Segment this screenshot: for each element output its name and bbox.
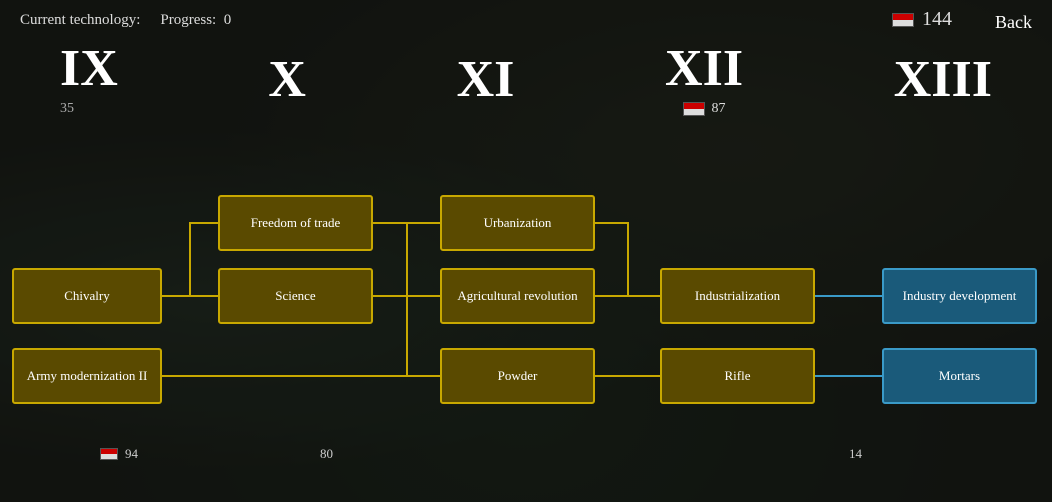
progress-label: Progress: 0 <box>160 12 231 29</box>
current-tech-text: Current technology: <box>20 12 140 28</box>
numeral-x-label: X <box>268 54 306 106</box>
progress-text: Progress: <box>160 12 216 28</box>
tech-node-mortars[interactable]: Mortars <box>882 348 1037 404</box>
top-flag-group: 144 <box>892 8 952 31</box>
tech-node-powder[interactable]: Powder <box>440 348 595 404</box>
bottom-flag-num-2: 80 <box>320 446 333 462</box>
numeral-xi-label: XI <box>457 54 515 106</box>
tech-node-rifle[interactable]: Rifle <box>660 348 815 404</box>
progress-value: 0 <box>224 12 232 28</box>
bottom-flag-num-1: 94 <box>125 446 138 462</box>
tech-node-army_mod[interactable]: Army modernization II <box>12 348 162 404</box>
bottom-flag-1: 94 <box>100 446 138 462</box>
header: Current technology: Progress: 0 144 Back <box>0 0 1052 41</box>
bottom-flag-3: 14 <box>849 446 862 462</box>
numerals-row: IX 35 X XI XII 87 XIII <box>0 43 1052 117</box>
tech-node-agri_rev[interactable]: Agricultural revolution <box>440 268 595 324</box>
numeral-ix: IX 35 <box>60 43 118 117</box>
tech-node-industrialization[interactable]: Industrialization <box>660 268 815 324</box>
numeral-xii-flag-group: 87 <box>683 101 726 117</box>
tech-node-urbanization[interactable]: Urbanization <box>440 195 595 251</box>
top-flag-number: 144 <box>922 8 952 31</box>
tech-node-industry_dev[interactable]: Industry development <box>882 268 1037 324</box>
numeral-xiii-label: XIII <box>894 54 992 106</box>
numeral-xi: XI <box>457 54 515 106</box>
numeral-ix-sub: 35 <box>60 101 74 117</box>
bottom-flag-2: 80 <box>320 446 333 462</box>
main-content: Current technology: Progress: 0 144 Back… <box>0 0 1052 502</box>
numeral-xiii: XIII <box>894 54 992 106</box>
numeral-x: X <box>268 54 306 106</box>
top-flag-icon <box>892 13 914 27</box>
numeral-ix-label: IX <box>60 43 118 95</box>
numeral-xii-sub: 87 <box>712 101 726 117</box>
numeral-xii-flag <box>683 102 705 116</box>
bottom-flag-num-3: 14 <box>849 446 862 462</box>
bottom-flag-icon-1 <box>100 448 118 460</box>
numeral-xii-label: XII <box>665 43 743 95</box>
current-tech-label: Current technology: <box>20 12 140 29</box>
back-button[interactable]: Back <box>995 12 1032 33</box>
numeral-xii: XII 87 <box>665 43 743 117</box>
tech-tree: Chivalry Army modernization II Freedom of … <box>0 120 1052 480</box>
tech-node-chivalry[interactable]: Chivalry <box>12 268 162 324</box>
tech-node-freedom[interactable]: Freedom of trade <box>218 195 373 251</box>
tech-node-science[interactable]: Science <box>218 268 373 324</box>
